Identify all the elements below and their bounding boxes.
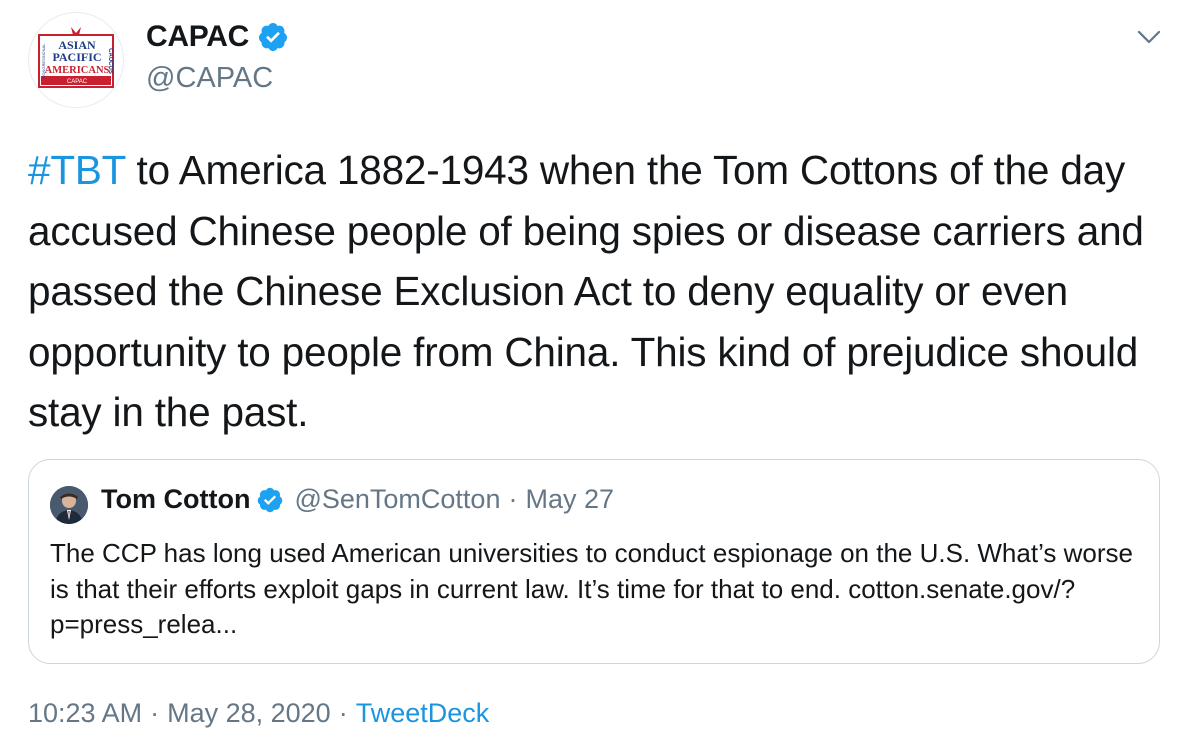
chevron-down-icon[interactable] [1134,22,1164,52]
tweet-card: ASIAN PACIFIC AMERICANS CAPAC CONGRESSIO… [0,0,1190,746]
logo-text-americans: AMERICANS [45,65,110,76]
author-name-row[interactable]: CAPAC [146,20,289,54]
tweet-body: to America 1882-1943 when the Tom Cotton… [28,147,1144,435]
tweet-time[interactable]: 10:23 AM [28,698,142,728]
tweet-source-link[interactable]: TweetDeck [356,698,490,728]
logo-text-caucus: CAUCUS [107,48,113,74]
quoted-author-name[interactable]: Tom Cotton [101,484,250,515]
quoted-tweet[interactable]: Tom Cotton @SenTomCotton · May 27 The CC… [28,459,1160,664]
logo-text-capac: CAPAC [67,79,88,85]
logo-text-congressional: CONGRESSIONAL [41,43,46,79]
author-name[interactable]: CAPAC [146,20,249,54]
quoted-author-handle[interactable]: @SenTomCotton [294,484,500,515]
tweet-text: #TBT to America 1882-1943 when the Tom C… [28,140,1173,443]
quoted-tweet-date[interactable]: May 27 [525,484,614,515]
verified-badge-icon [258,23,287,51]
separator-dot: · [508,484,518,514]
separator-dot: · [150,698,160,728]
separator-dot: · [338,698,348,728]
verified-badge-icon [258,487,283,512]
capac-logo: ASIAN PACIFIC AMERICANS CAPAC CONGRESSIO… [38,27,114,88]
hashtag-link[interactable]: #TBT [28,147,126,193]
tweet-metadata: 10:23 AM · May 28, 2020 · TweetDeck [28,698,489,729]
quoted-tweet-header: Tom Cotton @SenTomCotton · May 27 [101,484,614,515]
logo-text-pacific: PACIFIC [52,50,101,64]
author-avatar[interactable]: ASIAN PACIFIC AMERICANS CAPAC CONGRESSIO… [28,12,124,108]
author-handle[interactable]: @CAPAC [146,62,273,95]
quoted-tweet-text: The CCP has long used American universit… [50,538,1133,639]
person-photo-icon [50,486,88,524]
tweet-date[interactable]: May 28, 2020 [167,698,331,728]
quoted-author-avatar[interactable] [50,486,88,524]
